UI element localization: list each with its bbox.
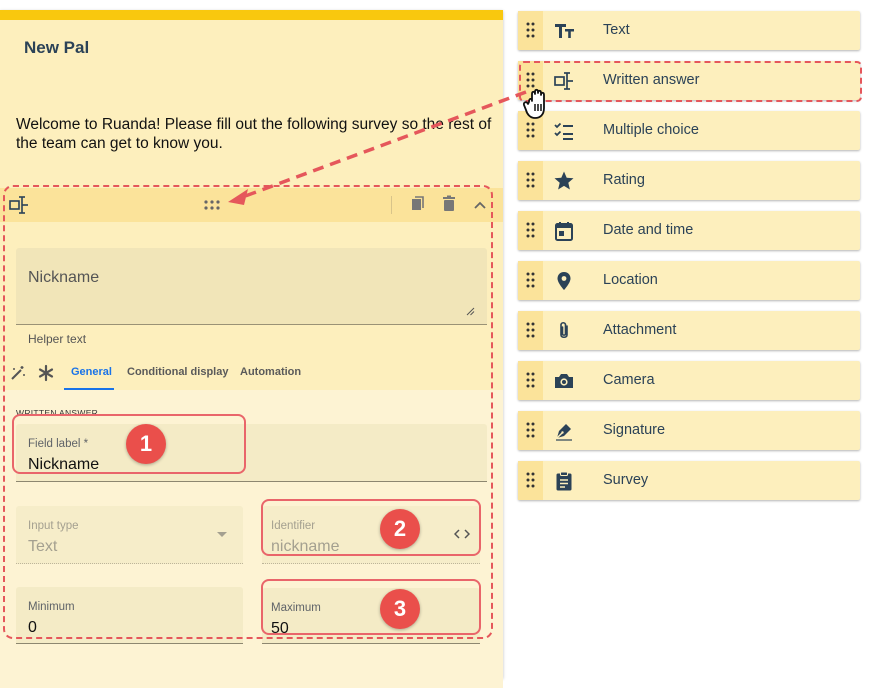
palette-item-camera[interactable]: Camera (518, 361, 860, 400)
drag-handle-icon[interactable] (518, 261, 543, 300)
form-accent-bar (0, 10, 503, 20)
input-type-caption: Input type (28, 520, 79, 532)
pen-icon (553, 420, 575, 442)
drag-handle-icon[interactable] (518, 411, 543, 450)
palette-item-label: Camera (603, 372, 655, 388)
palette-item-label: Signature (603, 422, 666, 438)
clipboard-icon (553, 470, 575, 492)
drag-handle-icon[interactable] (518, 11, 543, 50)
location-pin-icon (553, 270, 575, 292)
identifier-highlight (261, 499, 481, 556)
form-canvas: New Pal Welcome to Ruanda! Please fill o… (0, 10, 503, 688)
palette-item-attachment[interactable]: Attachment (518, 311, 860, 350)
block-header (0, 188, 503, 222)
palette-item-label: Survey (603, 472, 649, 488)
drag-handle-icon[interactable] (518, 211, 543, 250)
magic-wand-icon[interactable] (9, 364, 27, 382)
palette-item-signature[interactable]: Signature (518, 411, 860, 450)
paperclip-icon (553, 320, 575, 342)
palette-item-text[interactable]: Text (518, 11, 860, 50)
question-placeholder: Nickname (28, 269, 100, 286)
drag-handle-icon[interactable] (518, 461, 543, 500)
collapse-chevron-icon[interactable] (472, 198, 488, 212)
delete-icon[interactable] (440, 194, 458, 214)
form-title[interactable]: New Pal (24, 38, 89, 58)
minimum-input[interactable]: Minimum 0 (16, 587, 243, 644)
dropdown-arrow-icon (217, 532, 227, 537)
star-icon (553, 170, 575, 192)
duplicate-icon[interactable] (409, 194, 427, 214)
block-tabs: General Conditional display Automation (0, 358, 503, 390)
callout-badge-1: 1 (126, 424, 166, 464)
text-input-icon (9, 196, 28, 214)
grab-hand-cursor-icon (522, 88, 545, 119)
palette-item-label: Attachment (603, 322, 677, 338)
palette-item-date-and-time[interactable]: Date and time (518, 211, 860, 250)
palette-item-label: Multiple choice (603, 122, 699, 138)
tab-conditional-display[interactable]: Conditional display (127, 366, 228, 378)
palette-item-label: Text (603, 22, 630, 38)
minimum-value: 0 (28, 619, 37, 636)
palette-item-rating[interactable]: Rating (518, 161, 860, 200)
text-format-icon (553, 20, 575, 42)
input-type-select[interactable]: Input type Text (16, 506, 243, 564)
question-textarea[interactable]: Nickname (16, 248, 487, 325)
tab-general[interactable]: General (71, 366, 112, 378)
calendar-icon (553, 220, 575, 242)
camera-icon (553, 370, 575, 392)
resize-grip-icon[interactable] (466, 307, 475, 316)
form-description[interactable]: Welcome to Ruanda! Please fill out the f… (16, 115, 496, 153)
palette-item-label: Location (603, 272, 658, 288)
palette-item-survey[interactable]: Survey (518, 461, 860, 500)
callout-badge-2: 2 (380, 509, 420, 549)
minimum-caption: Minimum (28, 601, 75, 613)
palette-item-label: Date and time (603, 222, 694, 238)
palette-item-multiple-choice[interactable]: Multiple choice (518, 111, 860, 150)
maximum-highlight (261, 579, 481, 635)
dragged-item-outline (519, 61, 862, 102)
survey-builder-screen: New Pal Welcome to Ruanda! Please fill o… (0, 0, 876, 688)
drag-handle-icon[interactable] (203, 198, 221, 212)
drag-handle-icon[interactable] (518, 311, 543, 350)
palette-item-label: Rating (603, 172, 645, 188)
tab-automation[interactable]: Automation (240, 366, 301, 378)
helper-text[interactable]: Helper text (28, 332, 86, 346)
drag-handle-icon[interactable] (518, 161, 543, 200)
callout-badge-3: 3 (380, 589, 420, 629)
palette-item-location[interactable]: Location (518, 261, 860, 300)
drag-handle-icon[interactable] (518, 361, 543, 400)
header-divider (391, 196, 392, 214)
required-asterisk-icon[interactable] (37, 364, 55, 382)
input-type-value: Text (28, 538, 58, 555)
